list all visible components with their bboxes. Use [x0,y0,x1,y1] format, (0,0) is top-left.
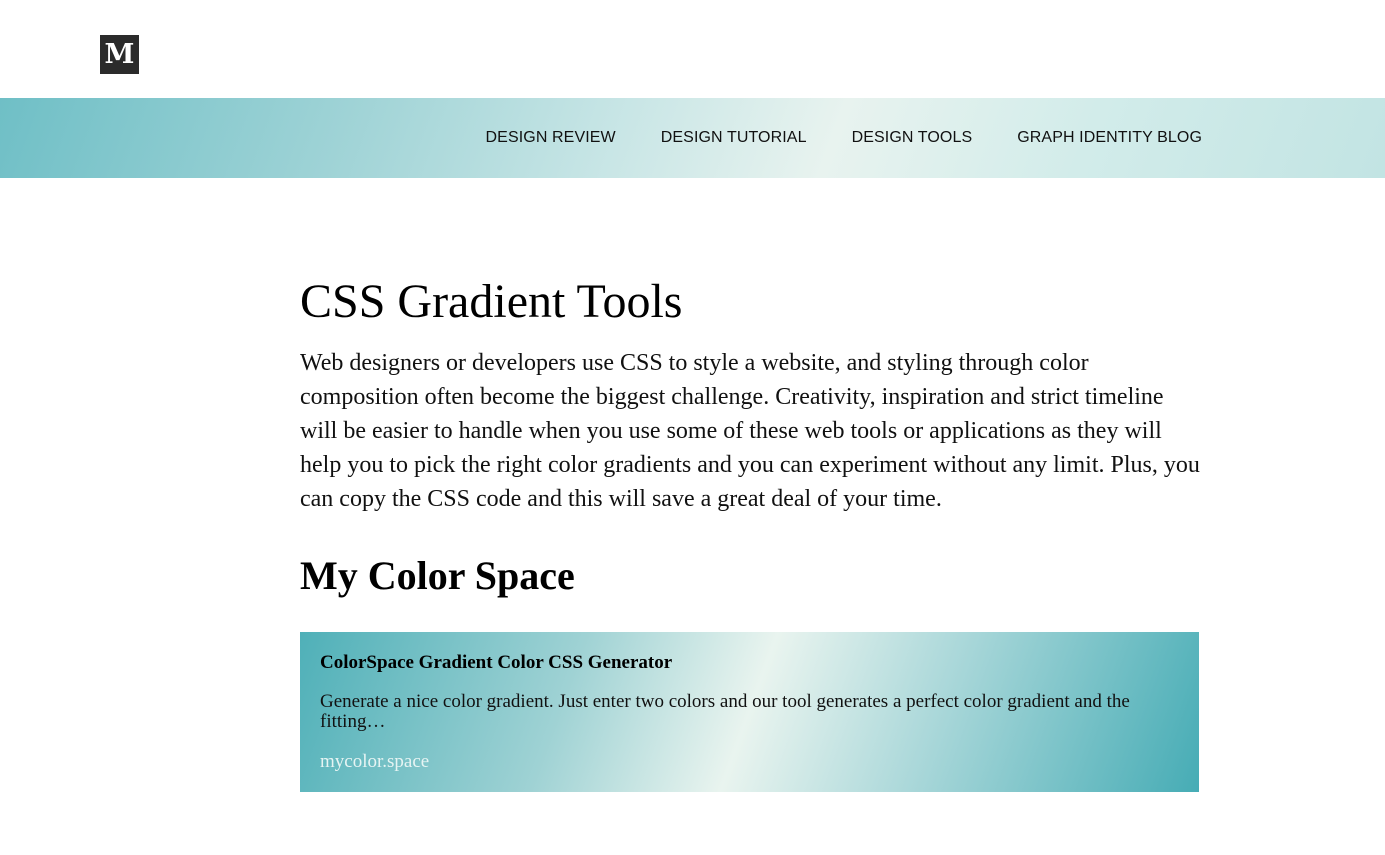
card-description: Generate a nice color gradient. Just ent… [320,691,1130,732]
nav-links: DESIGN REVIEW DESIGN TUTORIAL DESIGN TOO… [486,98,1202,178]
top-navigation: DESIGN REVIEW DESIGN TUTORIAL DESIGN TOO… [0,98,1385,178]
nav-item-design-tutorial[interactable]: DESIGN TUTORIAL [661,129,807,147]
article-content: CSS Gradient Tools Web designers or deve… [300,270,1200,792]
page: M DESIGN REVIEW DESIGN TUTORIAL DESIGN T… [0,0,1385,855]
medium-logo-icon[interactable]: M [100,35,139,74]
section-heading: My Color Space [300,553,575,598]
nav-item-graph-identity-blog[interactable]: GRAPH IDENTITY BLOG [1017,129,1202,147]
logo-letter: M [104,39,135,70]
nav-item-design-tools[interactable]: DESIGN TOOLS [852,129,973,147]
logo-bar: M [0,0,1385,98]
intro-paragraph: Web designers or developers use CSS to s… [300,350,1200,512]
page-title: CSS Gradient Tools [300,275,683,328]
card-domain-link[interactable]: mycolor.space [320,751,429,772]
card-title: ColorSpace Gradient Color CSS Generator [320,652,673,673]
link-preview-card[interactable]: ColorSpace Gradient Color CSS Generator … [300,632,1199,792]
nav-item-design-review[interactable]: DESIGN REVIEW [486,129,616,147]
